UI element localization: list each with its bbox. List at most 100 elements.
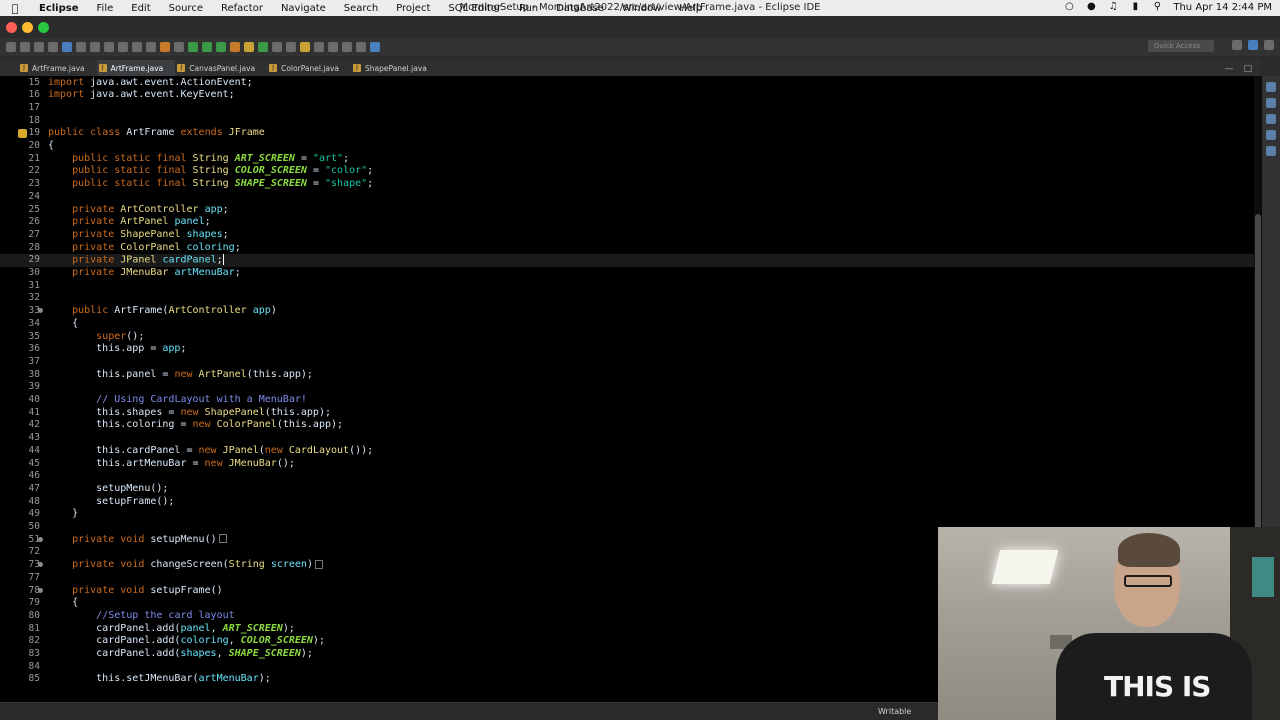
- save-all-icon[interactable]: [34, 42, 44, 52]
- code-line[interactable]: 41 this.shapes = new ShapePanel(this.app…: [0, 407, 1262, 420]
- run-icon[interactable]: [202, 42, 212, 52]
- code-line[interactable]: 43: [0, 432, 1262, 445]
- step-into-icon[interactable]: [132, 42, 142, 52]
- code-line[interactable]: 31: [0, 280, 1262, 293]
- code-line[interactable]: 32: [0, 292, 1262, 305]
- suspend-icon[interactable]: [90, 42, 100, 52]
- tab-artframe-2[interactable]: J ArtFrame.java: [96, 60, 176, 76]
- minimize-window-button[interactable]: [22, 22, 33, 33]
- code-line[interactable]: 48 setupFrame();: [0, 496, 1262, 509]
- code-line[interactable]: 28 private ColorPanel coloring;: [0, 242, 1262, 255]
- code-line[interactable]: 37: [0, 356, 1262, 369]
- run-external-icon[interactable]: [216, 42, 226, 52]
- annotation-prev-icon[interactable]: [314, 42, 324, 52]
- resume-icon[interactable]: [76, 42, 86, 52]
- tab-canvaspanel[interactable]: J CanvasPanel.java: [175, 60, 267, 76]
- tab-shapepanel[interactable]: J ShapePanel.java: [351, 60, 439, 76]
- code-line[interactable]: 47 setupMenu();: [0, 483, 1262, 496]
- problems-view-icon[interactable]: [1266, 114, 1276, 124]
- zoom-window-button[interactable]: [38, 22, 49, 33]
- print-icon[interactable]: [48, 42, 58, 52]
- code-line[interactable]: 27 private ShapePanel shapes;: [0, 229, 1262, 242]
- menu-help[interactable]: Help: [670, 3, 711, 14]
- code-line[interactable]: 38 this.panel = new ArtPanel(this.app);: [0, 369, 1262, 382]
- code-line[interactable]: 49 }: [0, 508, 1262, 521]
- fold-toggle-icon[interactable]: [18, 587, 43, 595]
- menu-sql-editor[interactable]: SQL Editor: [439, 3, 510, 14]
- menu-run[interactable]: Run: [510, 3, 547, 14]
- volume-icon[interactable]: ♫: [1107, 1, 1119, 13]
- debug-perspective-icon[interactable]: [1264, 40, 1274, 50]
- new-icon[interactable]: [6, 42, 16, 52]
- step-over-icon[interactable]: [146, 42, 156, 52]
- code-line[interactable]: 39: [0, 381, 1262, 394]
- back-icon[interactable]: [342, 42, 352, 52]
- console-view-icon[interactable]: [1266, 146, 1276, 156]
- menu-project[interactable]: Project: [387, 3, 439, 14]
- code-line[interactable]: 24: [0, 191, 1262, 204]
- debug-icon[interactable]: [188, 42, 198, 52]
- javadoc-view-icon[interactable]: [1266, 130, 1276, 140]
- new-package-icon[interactable]: [244, 42, 254, 52]
- open-type-icon[interactable]: [272, 42, 282, 52]
- terminate-icon[interactable]: [104, 42, 114, 52]
- fold-toggle-icon[interactable]: [18, 561, 43, 569]
- code-line[interactable]: 25 private ArtController app;: [0, 204, 1262, 217]
- tab-artframe-1[interactable]: J ArtFrame.java: [18, 60, 97, 76]
- battery-icon[interactable]: ▮: [1129, 1, 1141, 13]
- disconnect-icon[interactable]: [118, 42, 128, 52]
- code-line[interactable]: 22 public static final String COLOR_SCRE…: [0, 165, 1262, 178]
- code-line[interactable]: 36 this.app = app;: [0, 343, 1262, 356]
- open-perspective-icon[interactable]: [1232, 40, 1242, 50]
- code-line[interactable]: 26 private ArtPanel panel;: [0, 216, 1262, 229]
- last-edit-icon[interactable]: [328, 42, 338, 52]
- menu-clock[interactable]: Thu Apr 14 2:44 PM: [1173, 2, 1272, 13]
- folded-code-icon[interactable]: [314, 559, 323, 569]
- menu-search[interactable]: Search: [335, 3, 387, 14]
- search-icon[interactable]: ⚲: [1151, 1, 1163, 13]
- code-line[interactable]: 45 this.artMenuBar = new JMenuBar();: [0, 458, 1262, 471]
- maximize-editor-icon[interactable]: □: [1243, 64, 1252, 74]
- code-line[interactable]: 44 this.cardPanel = new JPanel(new CardL…: [0, 445, 1262, 458]
- code-line[interactable]: 21 public static final String ART_SCREEN…: [0, 153, 1262, 166]
- code-line[interactable]: 23 public static final String SHAPE_SCRE…: [0, 178, 1262, 191]
- close-window-button[interactable]: [6, 22, 17, 33]
- apple-icon[interactable]: : [0, 2, 30, 15]
- java-perspective-icon[interactable]: [1248, 40, 1258, 50]
- menu-window[interactable]: Window: [613, 3, 670, 14]
- code-line[interactable]: 16 import java.awt.event.KeyEvent;: [0, 89, 1262, 102]
- build-icon[interactable]: [160, 42, 170, 52]
- code-line[interactable]: 19 public class ArtFrame extends JFrame: [0, 127, 1262, 140]
- tab-colorpanel[interactable]: J ColorPanel.java: [267, 60, 351, 76]
- menu-app-name[interactable]: Eclipse: [30, 3, 88, 14]
- menu-file[interactable]: File: [88, 3, 123, 14]
- outline-view-icon[interactable]: [1266, 82, 1276, 92]
- task-list-icon[interactable]: [1266, 98, 1276, 108]
- wifi-icon[interactable]: ○: [1063, 1, 1075, 13]
- menu-source[interactable]: Source: [160, 3, 212, 14]
- code-line[interactable]: 18: [0, 115, 1262, 128]
- search-toolbar-icon[interactable]: [286, 42, 296, 52]
- code-line[interactable]: 29 private JPanel cardPanel;: [0, 254, 1262, 267]
- new-java-project-icon[interactable]: [230, 42, 240, 52]
- code-line[interactable]: 33 public ArtFrame(ArtController app): [0, 305, 1262, 318]
- annotation-next-icon[interactable]: [300, 42, 310, 52]
- code-line[interactable]: 35 super();: [0, 331, 1262, 344]
- forward-icon[interactable]: [356, 42, 366, 52]
- menu-edit[interactable]: Edit: [122, 3, 159, 14]
- code-line[interactable]: 42 this.coloring = new ColorPanel(this.a…: [0, 419, 1262, 432]
- skip-breakpoints-icon[interactable]: [62, 42, 72, 52]
- pin-editor-icon[interactable]: [370, 42, 380, 52]
- code-line[interactable]: 20 {: [0, 140, 1262, 153]
- code-line[interactable]: 30 private JMenuBar artMenuBar;: [0, 267, 1262, 280]
- save-icon[interactable]: [20, 42, 30, 52]
- code-line[interactable]: 34 {: [0, 318, 1262, 331]
- fold-toggle-icon[interactable]: [18, 536, 43, 544]
- code-line[interactable]: 46: [0, 470, 1262, 483]
- warning-marker-icon[interactable]: [18, 129, 27, 139]
- new-class-icon[interactable]: [258, 42, 268, 52]
- coverage-icon[interactable]: [174, 42, 184, 52]
- folded-code-icon[interactable]: [218, 534, 227, 544]
- fold-toggle-icon[interactable]: [18, 307, 43, 315]
- code-line[interactable]: 15 import java.awt.event.ActionEvent;: [0, 77, 1262, 90]
